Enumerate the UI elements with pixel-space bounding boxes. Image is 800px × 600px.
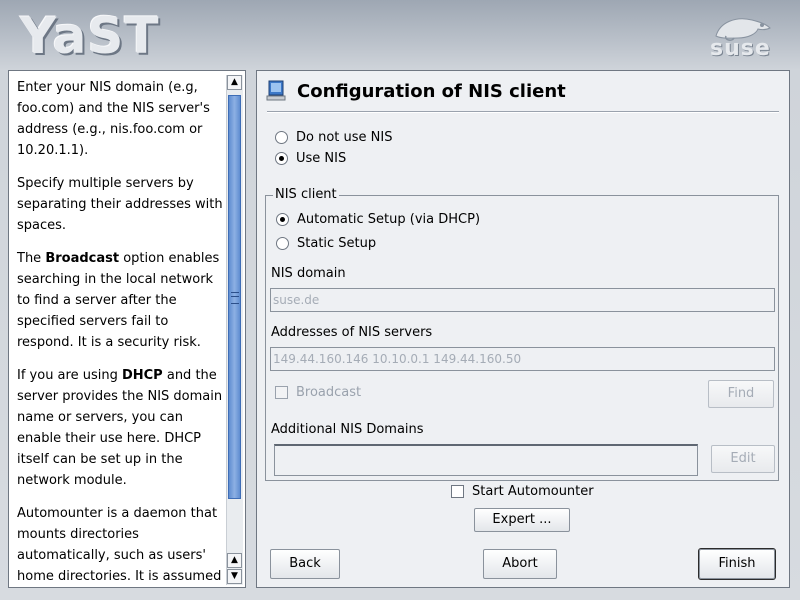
checkbox[interactable]: [451, 485, 464, 498]
edit-button[interactable]: Edit: [711, 445, 775, 473]
help-pane: Enter your NIS domain (e.g, foo.com) and…: [8, 70, 246, 588]
additional-domains-list[interactable]: [274, 444, 698, 476]
suse-logo: suse: [706, 12, 778, 64]
radio-automatic-setup[interactable]: Automatic Setup (via DHCP): [276, 212, 480, 227]
radio-use-nis[interactable]: Use NIS: [275, 151, 346, 166]
help-text: Enter your NIS domain (e.g, foo.com) and…: [17, 77, 225, 587]
start-automounter-checkbox[interactable]: Start Automounter: [451, 484, 594, 499]
checkbox-label: Start Automounter: [472, 484, 594, 499]
nis-servers-field[interactable]: 149.44.160.146 10.10.0.1 149.44.160.50: [270, 347, 775, 371]
checkbox-label: Broadcast: [296, 385, 362, 400]
radio-button[interactable]: [275, 152, 288, 165]
help-scrollbar[interactable]: ▲ ▲ ▼: [226, 75, 243, 585]
help-paragraph: Enter your NIS domain (e.g, foo.com) and…: [17, 80, 210, 158]
scroll-down-arrow-icon[interactable]: ▼: [227, 569, 242, 584]
nis-domain-field[interactable]: suse.de: [270, 288, 775, 312]
radio-static-setup[interactable]: Static Setup: [276, 236, 376, 251]
radio-label: Use NIS: [296, 151, 347, 166]
scroll-up-arrow-icon[interactable]: ▲: [227, 75, 242, 90]
expert-button[interactable]: Expert ...: [474, 508, 570, 532]
radio-label: Do not use NIS: [296, 130, 393, 145]
nis-client-icon: [265, 80, 287, 102]
page-title: Configuration of NIS client: [297, 80, 566, 102]
radio-do-not-use-nis[interactable]: Do not use NIS: [275, 130, 392, 145]
main-panel: Configuration of NIS client Do not use N…: [256, 70, 790, 588]
suse-wordmark: suse: [710, 36, 771, 61]
title-divider: [267, 111, 779, 113]
find-button[interactable]: Find: [708, 380, 774, 408]
finish-button[interactable]: Finish: [698, 548, 776, 580]
radio-button[interactable]: [275, 131, 288, 144]
grip-icon: [231, 292, 239, 304]
group-title: NIS client: [273, 187, 339, 202]
radio-button[interactable]: [276, 213, 289, 226]
header-banner: YaST suse: [0, 0, 800, 68]
help-paragraph: Automounter is a daemon that mounts dire…: [17, 506, 222, 584]
radio-button[interactable]: [276, 237, 289, 250]
help-paragraph: If you are using DHCP and the server pro…: [17, 368, 223, 488]
title-row: Configuration of NIS client: [265, 77, 566, 105]
help-paragraph: Specify multiple servers by separating t…: [17, 176, 223, 233]
help-paragraph: The Broadcast option enables searching i…: [17, 251, 220, 350]
back-button[interactable]: Back: [270, 549, 340, 579]
additional-domains-label: Additional NIS Domains: [271, 422, 424, 437]
broadcast-checkbox[interactable]: Broadcast: [275, 385, 361, 400]
radio-label: Automatic Setup (via DHCP): [297, 212, 481, 227]
nis-servers-label: Addresses of NIS servers: [271, 325, 433, 340]
scrollbar-thumb[interactable]: [228, 95, 241, 499]
checkbox[interactable]: [275, 386, 288, 399]
scroll-up-arrow-icon[interactable]: ▲: [227, 553, 242, 568]
abort-button[interactable]: Abort: [483, 549, 557, 579]
yast-logo: YaST: [20, 7, 160, 65]
nis-domain-label: NIS domain: [271, 266, 346, 281]
radio-label: Static Setup: [297, 236, 377, 251]
